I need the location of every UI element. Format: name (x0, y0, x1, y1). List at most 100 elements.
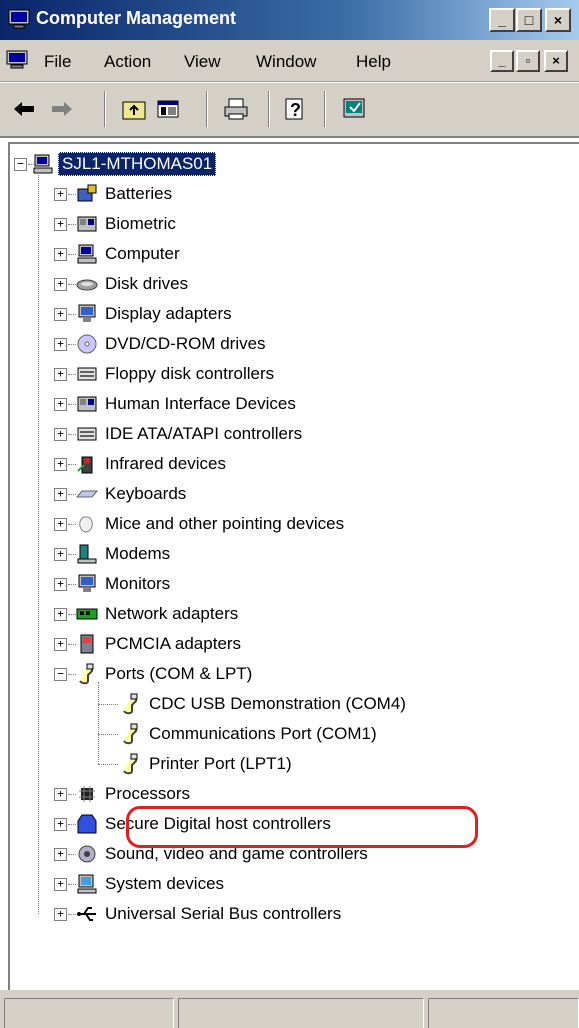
toolbar-separator (268, 91, 270, 127)
tree-category[interactable]: PCMCIA adapters (76, 630, 244, 658)
properties-icon (343, 98, 365, 118)
svg-text:?: ? (290, 100, 301, 120)
tree-node-label: Network adapters (105, 604, 239, 623)
tree-device-port[interactable]: CDC USB Demonstration (COM4) (120, 690, 409, 718)
usb-icon (77, 907, 96, 921)
forward-button[interactable] (48, 95, 76, 123)
expand-toggle[interactable]: + (54, 848, 67, 861)
expand-toggle[interactable]: + (54, 488, 67, 501)
port-icon (79, 663, 94, 685)
mdi-minimize-button[interactable]: _ (490, 50, 514, 72)
show-hide-tree-icon (157, 100, 179, 118)
tree-connector (68, 464, 76, 465)
expand-toggle[interactable]: + (54, 518, 67, 531)
mdi-restore-button[interactable]: ▫ (516, 50, 540, 72)
menu-file[interactable]: File (44, 52, 71, 72)
device-tree-pane[interactable]: − SJL1-MTHOMAS01 + Batteries + Biometric + Comp… (8, 142, 579, 990)
tree-node-label: Infrared devices (105, 454, 226, 473)
tree-category[interactable]: Infrared devices (76, 450, 229, 478)
tree-category[interactable]: Keyboards (76, 480, 189, 508)
expand-toggle[interactable]: + (54, 908, 67, 921)
tree-connector (68, 674, 76, 675)
expand-toggle[interactable]: + (54, 428, 67, 441)
properties-button[interactable] (340, 95, 368, 123)
root-collapse-toggle[interactable]: − (14, 158, 27, 171)
expand-toggle[interactable]: + (54, 548, 67, 561)
expand-toggle[interactable]: + (54, 338, 67, 351)
expand-toggle[interactable]: + (54, 218, 67, 231)
port-icon (123, 723, 138, 745)
status-pane-1 (4, 998, 174, 1028)
tree-category[interactable]: Processors (76, 780, 193, 808)
highlight-outline (126, 806, 478, 848)
back-button[interactable] (10, 95, 38, 123)
status-pane-2 (178, 998, 424, 1028)
expand-toggle[interactable]: + (54, 278, 67, 291)
up-one-level-button[interactable] (120, 95, 148, 123)
tree-category[interactable]: Disk drives (76, 270, 191, 298)
tree-node-label: Mice and other pointing devices (105, 514, 345, 533)
tree-node-label: Universal Serial Bus controllers (105, 904, 342, 923)
tree-connector (68, 284, 76, 285)
processor-icon (79, 786, 95, 802)
tree-root-computer[interactable]: SJL1-MTHOMAS01 (32, 150, 217, 178)
toolbar-separator (206, 91, 208, 127)
collapse-toggle[interactable]: − (54, 668, 67, 681)
tree-category[interactable]: Floppy disk controllers (76, 360, 277, 388)
tree-category[interactable]: Biometric (76, 210, 179, 238)
port-icon (123, 693, 138, 715)
tree-connector (68, 824, 76, 825)
tree-connector (68, 494, 76, 495)
tree-category[interactable]: Monitors (76, 570, 173, 598)
expand-toggle[interactable]: + (54, 638, 67, 651)
expand-toggle[interactable]: + (54, 878, 67, 891)
tree-category[interactable]: Display adapters (76, 300, 235, 328)
tree-node-label: CDC USB Demonstration (COM4) (149, 694, 406, 713)
computer-icon (77, 244, 97, 264)
tree-device-port[interactable]: Printer Port (LPT1) (120, 750, 295, 778)
expand-toggle[interactable]: + (54, 398, 67, 411)
tree-category[interactable]: Mice and other pointing devices (76, 510, 347, 538)
title-bar[interactable]: Computer Management _ □ × (0, 0, 579, 40)
mdi-close-button[interactable]: × (544, 50, 568, 72)
menu-action[interactable]: Action (104, 52, 151, 72)
mdi-document-icon[interactable] (6, 50, 28, 70)
tree-connector (68, 584, 76, 585)
tree-category[interactable]: Network adapters (76, 600, 241, 628)
tree-category[interactable]: System devices (76, 870, 227, 898)
tree-category-ports[interactable]: Ports (COM & LPT) (76, 660, 255, 688)
tree-category[interactable]: DVD/CD-ROM drives (76, 330, 269, 358)
menu-view[interactable]: View (184, 52, 221, 72)
menu-help[interactable]: Help (356, 52, 391, 72)
keyboard-icon (76, 490, 98, 498)
expand-toggle[interactable]: + (54, 458, 67, 471)
tree-category[interactable]: Computer (76, 240, 183, 268)
close-button[interactable]: × (545, 8, 571, 32)
modem-icon (77, 544, 97, 564)
expand-toggle[interactable]: + (54, 308, 67, 321)
tree-category[interactable]: Human Interface Devices (76, 390, 299, 418)
expand-toggle[interactable]: + (54, 368, 67, 381)
expand-toggle[interactable]: + (54, 578, 67, 591)
tree-connector (68, 374, 76, 375)
expand-toggle[interactable]: + (54, 188, 67, 201)
back-icon (14, 102, 34, 116)
expand-toggle[interactable]: + (54, 818, 67, 831)
expand-toggle[interactable]: + (54, 788, 67, 801)
tree-device-port[interactable]: Communications Port (COM1) (120, 720, 380, 748)
tree-category[interactable]: IDE ATA/ATAPI controllers (76, 420, 305, 448)
expand-toggle[interactable]: + (54, 248, 67, 261)
toolbar: ? (0, 82, 579, 138)
tree-category[interactable]: Universal Serial Bus controllers (76, 900, 344, 928)
print-button[interactable] (222, 95, 250, 123)
maximize-button[interactable]: □ (516, 8, 542, 32)
tree-category[interactable]: Batteries (76, 180, 175, 208)
show-hide-console-tree-button[interactable] (154, 95, 182, 123)
tree-category[interactable]: Modems (76, 540, 173, 568)
help-button[interactable]: ? (282, 95, 310, 123)
tree-node-label: Human Interface Devices (105, 394, 296, 413)
expand-toggle[interactable]: + (54, 608, 67, 621)
menu-window[interactable]: Window (256, 52, 316, 72)
tree-node-label: DVD/CD-ROM drives (105, 334, 266, 353)
minimize-button[interactable]: _ (489, 8, 515, 32)
